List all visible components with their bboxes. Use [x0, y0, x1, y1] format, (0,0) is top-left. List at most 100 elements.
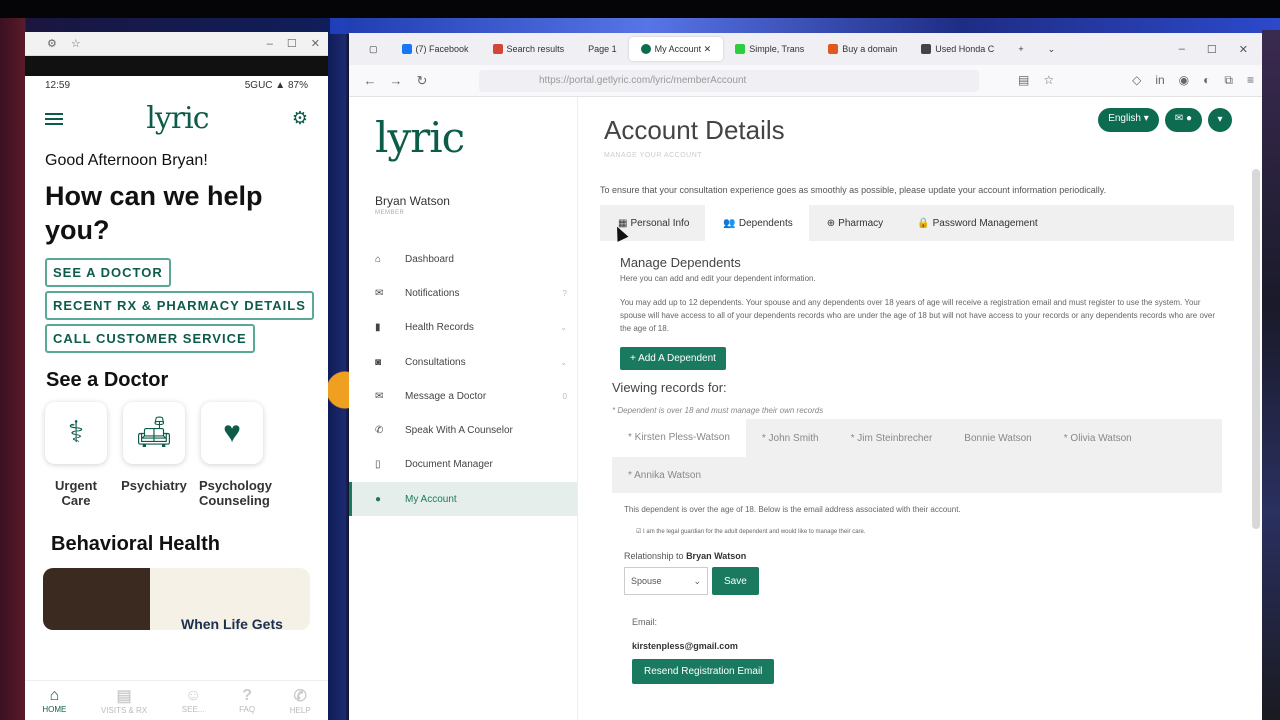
- email-value: kirstenpless@gmail.com: [632, 641, 738, 652]
- psychology-card[interactable]: ♥ Psychology Counseling: [199, 401, 272, 509]
- dependent-tab[interactable]: * Annika Watson: [612, 470, 717, 481]
- dependent-tab[interactable]: * John Smith: [746, 433, 835, 444]
- account-tabs: ▦ Personal Info 👥 Dependents ⊕ Pharmacy 🔒 Pa…: [600, 205, 1234, 241]
- user-dropdown-chevron-icon[interactable]: ▾: [1208, 108, 1232, 132]
- new-tab-button[interactable]: +: [1006, 37, 1035, 61]
- save-button[interactable]: Save: [712, 567, 759, 596]
- tab-dependents[interactable]: 👥 Dependents: [705, 205, 809, 241]
- dependents-info: You may add up to 12 dependents. Your sp…: [620, 298, 1216, 333]
- back-icon[interactable]: ←: [357, 73, 383, 88]
- card-label: Urgent Care: [55, 477, 97, 509]
- pin-icon[interactable]: ☆: [71, 37, 81, 50]
- nav-see[interactable]: ☺ SEE...: [182, 687, 205, 714]
- manage-heading: Manage Dependents: [620, 255, 741, 270]
- see-a-doctor-heading: See a Doctor: [46, 368, 169, 391]
- maximize-icon[interactable]: ☐: [1207, 43, 1217, 56]
- chevron-down-icon[interactable]: ⌄: [1036, 37, 1068, 61]
- greeting: Good Afternoon Bryan!: [45, 152, 208, 169]
- document-icon: ▯: [375, 459, 381, 471]
- tab-password[interactable]: 🔒 Password Management: [899, 205, 1054, 241]
- see-a-doctor-button[interactable]: SEE A DOCTOR: [45, 257, 171, 287]
- card-label: Psychiatry: [121, 477, 187, 493]
- add-dependent-button[interactable]: + Add A Dependent: [620, 347, 726, 371]
- browser-window: ▢ (7) Facebook Search results Page 1 My …: [349, 33, 1262, 720]
- lyric-logo[interactable]: lyric: [349, 97, 577, 162]
- user-name: Bryan Watson: [375, 194, 450, 208]
- language-select[interactable]: English ▾: [1098, 108, 1159, 132]
- close-icon[interactable]: ✕: [1239, 43, 1248, 56]
- phone-icon: ✆: [375, 425, 384, 437]
- tab-pharmacy[interactable]: ⊕ Pharmacy: [809, 205, 899, 241]
- tab-list-icon[interactable]: ▢: [357, 37, 390, 61]
- browser-tab-my-account[interactable]: My Account ✕: [628, 37, 724, 61]
- browser-tab-page1[interactable]: Page 1: [576, 37, 629, 61]
- pocket-icon[interactable]: ◇: [1132, 73, 1141, 88]
- guardian-checkbox[interactable]: ☑ I am the legal guardian for the adult …: [624, 514, 1210, 535]
- envelope-icon: ✉: [375, 390, 384, 402]
- sidebar-item-health-records[interactable]: ▮ Health Records ⌄: [349, 311, 577, 345]
- reader-icon[interactable]: ▤: [1018, 73, 1029, 88]
- browser-tab-facebook[interactable]: (7) Facebook: [390, 37, 481, 61]
- user-role: MEMBER: [375, 210, 405, 216]
- call-customer-service-button[interactable]: CALL CUSTOMER SERVICE: [45, 323, 255, 353]
- sidebar-item-dashboard[interactable]: ⌂ Dashboard: [349, 242, 577, 276]
- relationship-select[interactable]: Spouse ⌄: [624, 567, 708, 596]
- sidebar-item-counselor[interactable]: ✆ Speak With A Counselor: [349, 413, 577, 447]
- sidebar-item-my-account[interactable]: ● My Account: [349, 482, 577, 517]
- resend-registration-button[interactable]: Resend Registration Email: [632, 659, 775, 685]
- records-icon: ▮: [375, 322, 381, 334]
- bookmark-star-icon[interactable]: ☆: [1043, 73, 1054, 88]
- sidebar-item-consultations[interactable]: ◙ Consultations ⌄: [349, 345, 577, 379]
- help-heading: How can we help you?: [45, 181, 263, 245]
- card-label: Psychology Counseling: [199, 477, 272, 509]
- promo-banner[interactable]: When Life Gets: [43, 567, 310, 630]
- reload-icon[interactable]: ↻: [409, 73, 435, 89]
- maximize-icon[interactable]: ☐: [287, 37, 297, 50]
- messages-button[interactable]: ✉ ●: [1164, 108, 1202, 132]
- minimize-icon[interactable]: –: [267, 38, 273, 50]
- question-icon: ?: [242, 687, 252, 704]
- browser-tab-domain[interactable]: Buy a domain: [816, 37, 909, 61]
- dependent-tab[interactable]: Bonnie Watson: [948, 433, 1047, 444]
- nav-visits[interactable]: ▤ VISITS & RX: [101, 686, 147, 715]
- sidebar-item-message-doctor[interactable]: ✉ Message a Doctor 0: [349, 379, 577, 413]
- doctor-icon: ⚕: [45, 401, 107, 464]
- promo-text: When Life Gets: [181, 615, 283, 630]
- intro-text: To ensure that your consultation experie…: [600, 185, 1107, 195]
- linkedin-icon[interactable]: in: [1155, 73, 1164, 88]
- envelope-icon: ✉ ●: [1174, 113, 1192, 124]
- dependent-tab[interactable]: * Jim Steinbrecher: [835, 433, 949, 444]
- browser-tab-honda[interactable]: Used Honda C: [909, 37, 1006, 61]
- menu-icon[interactable]: ≡: [1247, 73, 1254, 88]
- settings-icon[interactable]: ⚙: [47, 37, 57, 50]
- main-content: English ▾ ✉ ● ▾ Account Details MANAGE Y…: [578, 97, 1262, 720]
- dependent-tab[interactable]: * Kirsten Pless-Watson: [612, 419, 746, 458]
- home-icon: ⌂: [375, 253, 382, 265]
- forward-icon[interactable]: →: [383, 73, 409, 88]
- dependent-details: This dependent is over the age of 18. Be…: [612, 493, 1222, 685]
- nav-faq[interactable]: ? FAQ: [239, 687, 255, 714]
- sidebar-item-notifications[interactable]: ✉ Notifications?: [349, 276, 577, 310]
- minimize-icon[interactable]: –: [1179, 43, 1185, 56]
- close-icon[interactable]: ✕: [311, 37, 320, 50]
- sync-icon[interactable]: ◐: [1203, 73, 1210, 88]
- manage-subtext: Here you can add and edit your dependent…: [620, 274, 816, 283]
- phone-window-titlebar: ⚙ ☆ – ☐ ✕: [25, 32, 328, 56]
- scrollbar[interactable]: [1252, 169, 1260, 529]
- url-input[interactable]: https://portal.getlyric.com/lyric/member…: [479, 69, 979, 92]
- dependent-tab[interactable]: * Olivia Watson: [1048, 433, 1148, 444]
- nav-help[interactable]: ✆ HELP: [290, 686, 311, 715]
- recent-rx-button[interactable]: RECENT RX & PHARMACY DETAILS: [45, 290, 314, 320]
- browser-tab-simple[interactable]: Simple, Trans: [723, 37, 816, 61]
- extensions-icon[interactable]: ⧉: [1224, 73, 1233, 88]
- sidebar-item-document-manager[interactable]: ▯ Document Manager: [349, 448, 577, 482]
- users-icon: 👥: [723, 217, 736, 229]
- account-icon[interactable]: ◉: [1179, 73, 1189, 88]
- browser-tab-gmail[interactable]: Search results: [481, 37, 577, 61]
- viewing-label: Viewing records for:: [612, 380, 727, 396]
- hamburger-menu-icon[interactable]: [45, 110, 63, 128]
- gear-icon[interactable]: ⚙: [292, 108, 308, 129]
- nav-home[interactable]: ⌂ HOME: [42, 687, 66, 714]
- psychiatry-card[interactable]: 🛋 Psychiatry: [121, 401, 187, 509]
- urgent-care-card[interactable]: ⚕ Urgent Care: [43, 401, 109, 509]
